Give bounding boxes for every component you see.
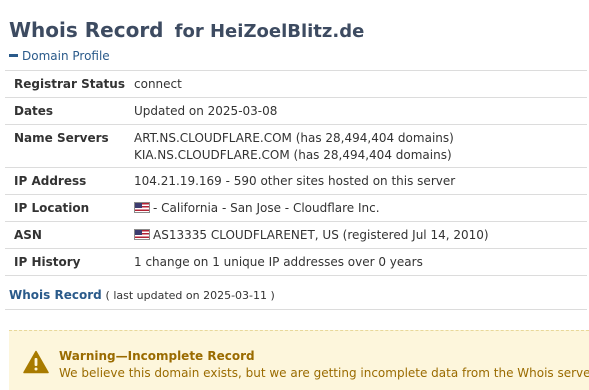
divider	[5, 309, 587, 310]
whois-last-updated: ( last updated on 2025-03-11 )	[105, 289, 275, 302]
domain-profile-heading: Domain Profile	[22, 49, 110, 63]
warning-message: We believe this domain exists, but we ar…	[59, 366, 589, 380]
asn-value: AS13335 CLOUDFLARENET, US (registered Ju…	[153, 228, 489, 242]
whois-page: Whois Record for HeiZoelBlitz.de Domain …	[0, 0, 589, 390]
name-server-2: KIA.NS.CLOUDFLARE.COM (has 28,494,404 do…	[134, 148, 452, 162]
row-value: AS13335 CLOUDFLARENET, US (registered Ju…	[134, 227, 489, 244]
row-label: Name Servers	[14, 131, 109, 145]
ip-location-value: - California - San Jose - Cloudflare Inc…	[153, 201, 380, 215]
ip-location-line: - California - San Jose - Cloudflare Inc…	[134, 200, 380, 217]
dates-value: Updated on 2025-03-08	[134, 104, 278, 118]
asn-line: AS13335 CLOUDFLARENET, US (registered Ju…	[134, 227, 489, 244]
table-row: IP History 1 change on 1 unique IP addre…	[5, 248, 587, 276]
warning-banner: Warning—Incomplete Record We believe thi…	[9, 330, 589, 390]
whois-record-line: Whois Record ( last updated on 2025-03-1…	[9, 288, 275, 302]
ip-address-value: 104.21.19.169 - 590 other sites hosted o…	[134, 174, 456, 188]
domain-profile-toggle[interactable]: Domain Profile	[9, 49, 110, 63]
row-label: Registrar Status	[14, 77, 125, 91]
table-row: IP Address 104.21.19.169 - 590 other sit…	[5, 167, 587, 194]
row-label: IP Location	[14, 201, 90, 215]
row-value: - California - San Jose - Cloudflare Inc…	[134, 200, 380, 217]
name-server-1: ART.NS.CLOUDFLARE.COM (has 28,494,404 do…	[134, 131, 454, 145]
table-row: Registrar Status connect	[5, 70, 587, 97]
warning-title: Warning—Incomplete Record	[59, 349, 255, 363]
warning-triangle-icon	[23, 350, 49, 374]
row-value: Updated on 2025-03-08	[134, 103, 277, 120]
row-label: IP Address	[14, 174, 87, 188]
whois-record-link[interactable]: Whois Record	[9, 288, 102, 302]
table-row: Dates Updated on 2025-03-08	[5, 97, 587, 124]
ip-history-value: 1 change on 1 unique IP addresses over 0…	[134, 255, 423, 269]
row-label: Dates	[14, 104, 54, 118]
registrar-status-value: connect	[134, 77, 182, 91]
us-flag-icon	[134, 229, 150, 240]
us-flag-icon	[134, 202, 150, 213]
row-value: 1 change on 1 unique IP addresses over 0…	[134, 254, 423, 271]
domain-profile-table: Registrar Status connect Dates Updated o…	[5, 70, 587, 276]
row-label: ASN	[14, 228, 42, 242]
table-row: ASN AS13335 CLOUDFLARENET, US (registere…	[5, 221, 587, 248]
table-row: IP Location - California - San Jose - Cl…	[5, 194, 587, 221]
row-label: IP History	[14, 255, 81, 269]
page-title-main: Whois Record	[9, 18, 164, 42]
row-value: 104.21.19.169 - 590 other sites hosted o…	[134, 173, 455, 190]
row-value: connect	[134, 76, 182, 93]
page-title-domain: for HeiZoelBlitz.de	[174, 21, 365, 42]
page-title: Whois Record for HeiZoelBlitz.de	[9, 7, 364, 45]
row-value: ART.NS.CLOUDFLARE.COM (has 28,494,404 do…	[134, 130, 454, 164]
collapse-icon[interactable]	[9, 54, 18, 57]
table-row: Name Servers ART.NS.CLOUDFLARE.COM (has …	[5, 124, 587, 167]
